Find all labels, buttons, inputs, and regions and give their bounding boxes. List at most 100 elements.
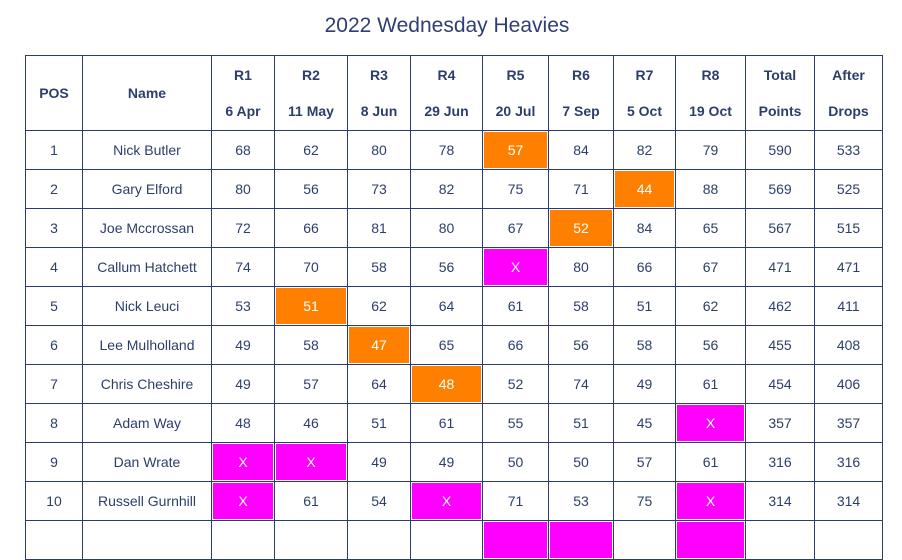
col-header-r8[interactable]: R8 19 Oct bbox=[675, 55, 746, 131]
after-drops-cell: 357 bbox=[814, 403, 883, 443]
position-cell: 8 bbox=[25, 403, 83, 443]
round-5-score-cell: 57 bbox=[482, 130, 549, 170]
dropped-score-highlight: 52 bbox=[550, 210, 612, 246]
col-header-pos[interactable]: POS bbox=[25, 55, 83, 131]
total-points-cell: 454 bbox=[745, 364, 815, 404]
round-label: R1 bbox=[234, 67, 252, 83]
round-1-score-cell: 49 bbox=[211, 325, 275, 365]
round-6-score-cell: 80 bbox=[548, 247, 614, 287]
round-4-score-cell: 49 bbox=[410, 442, 483, 482]
col-header-name[interactable]: Name bbox=[82, 55, 212, 131]
col-header-after-drops[interactable]: After Drops bbox=[814, 55, 883, 131]
position-cell: 1 bbox=[25, 130, 83, 170]
round-label: R5 bbox=[506, 67, 525, 83]
round-6-score-cell: 71 bbox=[548, 169, 614, 209]
round-6-score-cell: 53 bbox=[548, 481, 614, 521]
col-header-label: Drops bbox=[828, 103, 869, 119]
total-points-cell: 590 bbox=[745, 130, 815, 170]
round-7-score-cell: 66 bbox=[613, 247, 676, 287]
name-cell: Dan Wrate bbox=[82, 442, 212, 482]
round-5-score-cell bbox=[482, 520, 549, 560]
absent-highlight bbox=[550, 522, 612, 558]
position-cell: 3 bbox=[25, 208, 83, 248]
round-7-score-cell: 44 bbox=[613, 169, 676, 209]
after-drops-cell: 316 bbox=[814, 442, 883, 482]
round-1-score-cell: 53 bbox=[211, 286, 275, 326]
round-label: R7 bbox=[635, 67, 654, 83]
table-row: 9 Dan Wrate X X 49 49 50 50 57 61 316 316 bbox=[25, 442, 883, 482]
round-4-score-cell: 82 bbox=[410, 169, 483, 209]
round-5-score-cell: 71 bbox=[482, 481, 549, 521]
col-header-r2[interactable]: R2 11 May bbox=[274, 55, 348, 131]
round-date: 5 Oct bbox=[626, 103, 662, 119]
round-4-score-cell: 64 bbox=[410, 286, 483, 326]
col-header-total-points[interactable]: Total Points bbox=[745, 55, 815, 131]
round-date: 6 Apr bbox=[225, 103, 261, 119]
absent-highlight: X bbox=[213, 444, 273, 480]
round-4-score-cell: 65 bbox=[410, 325, 483, 365]
header-row: POS Name R1 6 Apr R2 11 May R3 8 Jun R4 29 J… bbox=[25, 55, 883, 131]
table-row: 4 Callum Hatchett 74 70 58 56 X 80 66 67 471 471 bbox=[25, 247, 883, 287]
col-header-r5[interactable]: R5 20 Jul bbox=[482, 55, 549, 131]
table-row: 5 Nick Leuci 53 51 62 64 61 58 51 62 462 411 bbox=[25, 286, 883, 326]
col-header-name-label: Name bbox=[127, 85, 167, 101]
name-cell: Callum Hatchett bbox=[82, 247, 212, 287]
total-points-cell bbox=[745, 520, 815, 560]
after-drops-cell: 411 bbox=[814, 286, 883, 326]
col-header-r7[interactable]: R7 5 Oct bbox=[613, 55, 676, 131]
round-8-score-cell: 56 bbox=[675, 325, 746, 365]
col-header-r6[interactable]: R6 7 Sep bbox=[548, 55, 614, 131]
total-points-cell: 462 bbox=[745, 286, 815, 326]
round-8-score-cell: X bbox=[675, 403, 746, 443]
round-4-score-cell bbox=[410, 520, 483, 560]
col-header-r4[interactable]: R4 29 Jun bbox=[410, 55, 483, 131]
round-3-score-cell: 73 bbox=[347, 169, 411, 209]
round-2-score-cell: 66 bbox=[274, 208, 348, 248]
round-5-score-cell: 61 bbox=[482, 286, 549, 326]
round-8-score-cell: 88 bbox=[675, 169, 746, 209]
name-cell: Nick Leuci bbox=[82, 286, 212, 326]
round-1-score-cell: 48 bbox=[211, 403, 275, 443]
round-1-score-cell: 72 bbox=[211, 208, 275, 248]
absent-highlight: X bbox=[213, 483, 273, 519]
round-5-score-cell: 67 bbox=[482, 208, 549, 248]
round-4-score-cell: 80 bbox=[410, 208, 483, 248]
dropped-score-highlight: 47 bbox=[349, 327, 409, 363]
round-date: 29 Jun bbox=[424, 103, 469, 119]
round-date: 20 Jul bbox=[495, 103, 536, 119]
round-5-score-cell: X bbox=[482, 247, 549, 287]
table-row: 7 Chris Cheshire 49 57 64 48 52 74 49 61 454 406 bbox=[25, 364, 883, 404]
round-date: 7 Sep bbox=[562, 103, 600, 119]
name-cell: Adam Way bbox=[82, 403, 212, 443]
round-2-score-cell: 58 bbox=[274, 325, 348, 365]
position-cell: 7 bbox=[25, 364, 83, 404]
round-6-score-cell: 51 bbox=[548, 403, 614, 443]
round-7-score-cell: 82 bbox=[613, 130, 676, 170]
round-6-score-cell: 74 bbox=[548, 364, 614, 404]
round-date: 8 Jun bbox=[360, 103, 398, 119]
position-cell: 9 bbox=[25, 442, 83, 482]
table-row bbox=[25, 520, 883, 560]
after-drops-cell: 471 bbox=[814, 247, 883, 287]
round-date: 19 Oct bbox=[689, 103, 732, 119]
total-points-cell: 569 bbox=[745, 169, 815, 209]
col-header-r1[interactable]: R1 6 Apr bbox=[211, 55, 275, 131]
position-cell: 2 bbox=[25, 169, 83, 209]
round-4-score-cell: 78 bbox=[410, 130, 483, 170]
table-row: 3 Joe Mccrossan 72 66 81 80 67 52 84 65 567 515 bbox=[25, 208, 883, 248]
round-3-score-cell: 80 bbox=[347, 130, 411, 170]
absent-highlight: X bbox=[677, 405, 744, 441]
col-header-r3[interactable]: R3 8 Jun bbox=[347, 55, 411, 131]
absent-highlight bbox=[484, 522, 547, 558]
col-header-pos-label: POS bbox=[39, 85, 69, 101]
dropped-score-highlight: 44 bbox=[615, 171, 674, 207]
table-row: 10 Russell Gurnhill X 61 54 X 71 53 75 X 314 314 bbox=[25, 481, 883, 521]
round-1-score-cell: 68 bbox=[211, 130, 275, 170]
absent-highlight: X bbox=[276, 444, 346, 480]
total-points-cell: 314 bbox=[745, 481, 815, 521]
round-8-score-cell: 65 bbox=[675, 208, 746, 248]
after-drops-cell: 408 bbox=[814, 325, 883, 365]
col-header-label: After bbox=[832, 67, 865, 83]
round-2-score-cell: 62 bbox=[274, 130, 348, 170]
round-5-score-cell: 66 bbox=[482, 325, 549, 365]
